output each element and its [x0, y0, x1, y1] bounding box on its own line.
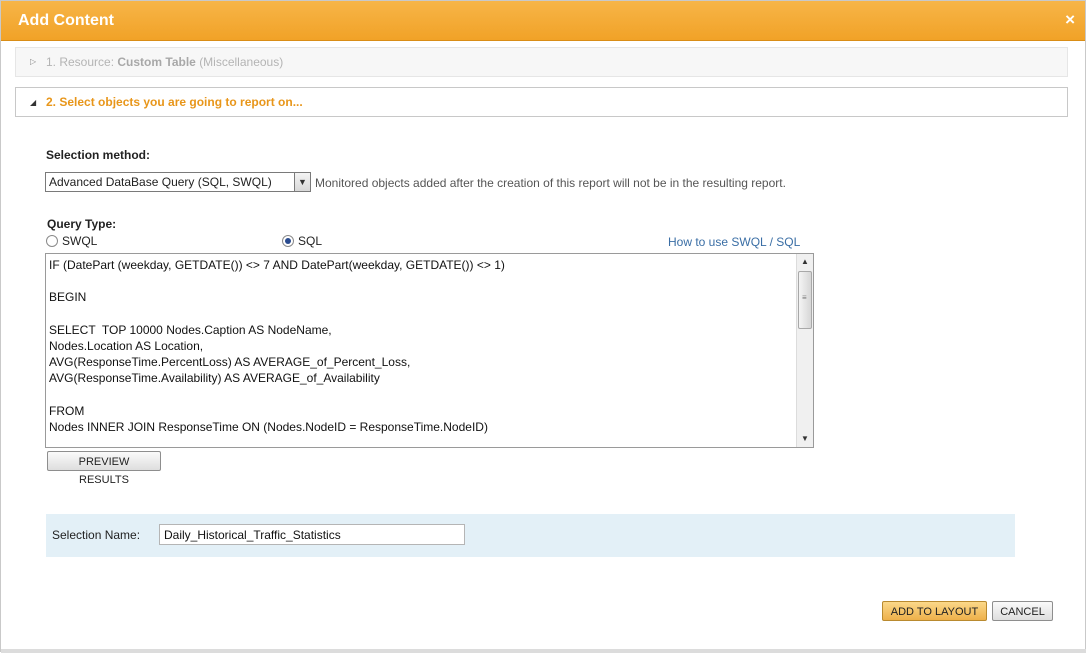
query-type-label: Query Type:: [47, 217, 117, 231]
selection-name-panel: Selection Name: Daily_Historical_Traffic…: [46, 514, 1015, 557]
radio-sql-control[interactable]: [282, 235, 294, 247]
selection-method-value: Advanced DataBase Query (SQL, SWQL): [49, 175, 272, 189]
selection-method-note: Monitored objects added after the creati…: [315, 176, 786, 190]
scroll-up-icon[interactable]: ▲: [797, 254, 813, 270]
query-text: IF (DatePart (weekday, GETDATE()) <> 7 A…: [49, 258, 505, 435]
selection-name-label: Selection Name:: [52, 528, 141, 542]
dialog-title: Add Content: [18, 12, 114, 29]
radio-sql-label: SQL: [298, 234, 323, 248]
radio-sql[interactable]: SQL: [282, 234, 322, 248]
step-resource[interactable]: ▷ 1. Resource: Custom Table (Miscellaneo…: [15, 47, 1068, 77]
grip-icon: ≡: [802, 293, 807, 302]
step-resource-prefix: 1. Resource:: [46, 55, 115, 69]
radio-swql[interactable]: SWQL: [46, 234, 97, 248]
add-to-layout-button[interactable]: ADD TO LAYOUT: [882, 601, 987, 621]
how-to-use-link[interactable]: How to use SWQL / SQL: [668, 235, 800, 249]
step-select-objects[interactable]: ◢ 2. Select objects you are going to rep…: [15, 87, 1068, 117]
step-resource-name: Custom Table: [117, 55, 196, 69]
chevron-down-icon[interactable]: ▼: [294, 173, 310, 191]
scroll-down-icon[interactable]: ▼: [797, 431, 813, 447]
selection-method-select[interactable]: Advanced DataBase Query (SQL, SWQL) ▼: [45, 172, 311, 192]
scroll-thumb[interactable]: ≡: [798, 271, 812, 329]
triangle-down-icon: ◢: [30, 98, 37, 107]
bottom-divider: [1, 649, 1086, 653]
query-textarea[interactable]: IF (DatePart (weekday, GETDATE()) <> 7 A…: [45, 253, 814, 448]
triangle-right-icon: ▷: [30, 57, 37, 66]
query-scrollbar[interactable]: ▲ ≡ ▼: [796, 254, 813, 447]
step-resource-suffix: (Miscellaneous): [199, 55, 284, 69]
dialog-titlebar: Add Content ×: [1, 1, 1085, 41]
selection-method-label: Selection method:: [46, 148, 151, 162]
step-select-objects-label: 2. Select objects you are going to repor…: [46, 95, 303, 109]
close-icon[interactable]: ×: [1065, 10, 1075, 30]
preview-results-button[interactable]: PREVIEW RESULTS: [47, 451, 161, 486]
selection-name-input[interactable]: Daily_Historical_Traffic_Statistics: [159, 524, 465, 545]
cancel-button[interactable]: CANCEL: [992, 601, 1053, 621]
radio-swql-label: SWQL: [62, 234, 98, 248]
step-resource-label: 1. Resource: Custom Table (Miscellaneous…: [46, 55, 283, 69]
radio-swql-control[interactable]: [46, 235, 58, 247]
add-content-dialog: Add Content × ▷ 1. Resource: Custom Tabl…: [0, 0, 1086, 653]
